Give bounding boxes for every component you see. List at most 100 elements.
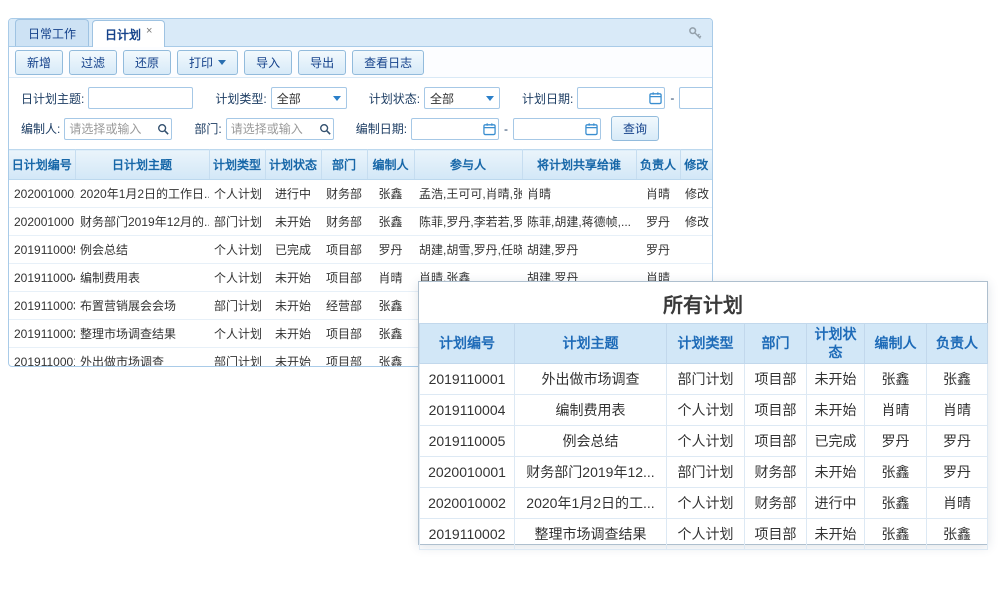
cell-status: 进行中 [265,180,321,208]
cell-subject[interactable]: 例会总结 [75,236,209,264]
cell-department: 项目部 [321,236,367,264]
cell-subject: 外出做市场调查 [515,364,667,395]
cell-creator: 张鑫 [367,292,414,320]
cell-edit-link[interactable]: 修改 [680,208,712,236]
cell-creator: 张鑫 [865,457,927,488]
col-header-department[interactable]: 部门 [321,150,367,180]
cell-edit-link[interactable] [680,236,712,264]
cell-plan-id[interactable]: 2020010002 [9,180,75,208]
import-button[interactable]: 导入 [244,50,292,75]
cell-type: 个人计划 [667,426,745,457]
col-header-status[interactable]: 计划状态 [265,150,321,180]
col-header-creator[interactable]: 编制人 [367,150,414,180]
plan-type-select[interactable]: 全部 [271,87,347,109]
cell-subject: 例会总结 [515,426,667,457]
cell-type: 个人计划 [667,519,745,550]
cell-creator: 肖晴 [367,264,414,292]
create-date-label: 编制日期: [356,120,407,137]
date-separator: - [504,122,508,136]
query-button[interactable]: 查询 [611,116,659,141]
chevron-down-icon [486,96,494,101]
calendar-icon[interactable] [585,122,598,135]
cell-status: 未开始 [265,348,321,368]
cell-subject[interactable]: 编制费用表 [75,264,209,292]
filter-row-1: 日计划主题: 计划类型: 全部 计划状态: 全部 计划日期: - [9,87,712,109]
add-button[interactable]: 新增 [15,50,63,75]
cell-owner: 罗丹 [927,426,988,457]
table-row[interactable]: 2020010001 财务部门2019年12月的... 部门计划 未开始 财务部… [9,208,712,236]
cell-plan-id[interactable]: 2019110005 [9,236,75,264]
col-header-owner[interactable]: 负责人 [636,150,680,180]
cell-creator: 罗丹 [865,426,927,457]
plan-status-value: 全部 [430,90,454,107]
cell-subject: 整理市场调查结果 [515,519,667,550]
col-header-share-with[interactable]: 将计划共享给谁 [522,150,636,180]
cell-department: 财务部 [745,457,807,488]
cell-subject: 编制费用表 [515,395,667,426]
table-row: 2019110005 例会总结 个人计划 项目部 已完成 罗丹 罗丹 [420,426,988,457]
cell-status: 未开始 [265,320,321,348]
cell-department: 财务部 [321,180,367,208]
cell-owner: 肖晴 [927,488,988,519]
cell-subject[interactable]: 2020年1月2日的工作日... [75,180,209,208]
cell-plan-id[interactable]: 2019110003 [9,292,75,320]
export-button[interactable]: 导出 [298,50,346,75]
cell-subject: 财务部门2019年12... [515,457,667,488]
col-header-edit[interactable]: 修改 [680,150,712,180]
cell-share-with: 陈菲,胡建,蒋德帧,... [522,208,636,236]
cell-owner[interactable]: 肖晴 [636,180,680,208]
restore-button[interactable]: 还原 [123,50,171,75]
cell-owner[interactable]: 罗丹 [636,208,680,236]
chevron-down-icon [218,60,226,65]
cell-plan-id: 2019110004 [420,395,515,426]
table-row[interactable]: 2019110005 例会总结 个人计划 已完成 项目部 罗丹 胡建,胡雪,罗丹… [9,236,712,264]
tab-close-icon[interactable]: × [146,25,152,37]
print-button[interactable]: 打印 [177,50,238,75]
cell-type: 个人计划 [209,180,265,208]
cell-plan-id[interactable]: 2019110001 [9,348,75,368]
search-icon[interactable] [157,123,169,135]
cell-plan-id[interactable]: 2019110002 [9,320,75,348]
cell-subject[interactable]: 整理市场调查结果 [75,320,209,348]
table-row: 2019110001 外出做市场调查 部门计划 项目部 未开始 张鑫 张鑫 [420,364,988,395]
cell-status: 未开始 [807,457,865,488]
col-header-owner: 负责人 [927,324,988,364]
table-row: 2020010001 财务部门2019年12... 部门计划 财务部 未开始 张… [420,457,988,488]
tab-daily-work-label: 日常工作 [28,27,76,41]
col-header-subject[interactable]: 日计划主题 [75,150,209,180]
cell-plan-id[interactable]: 2019110004 [9,264,75,292]
cell-subject[interactable]: 外出做市场调查 [75,348,209,368]
table-row[interactable]: 2020010002 2020年1月2日的工作日... 个人计划 进行中 财务部… [9,180,712,208]
col-header-participants[interactable]: 参与人 [414,150,522,180]
cell-status: 未开始 [265,264,321,292]
key-icon[interactable] [688,26,703,46]
cell-edit-link[interactable]: 修改 [680,180,712,208]
cell-subject[interactable]: 财务部门2019年12月的... [75,208,209,236]
col-header-plan-id[interactable]: 日计划编号 [9,150,75,180]
filter-button[interactable]: 过滤 [69,50,117,75]
plan-status-label: 计划状态: [369,90,420,107]
cell-type: 个人计划 [209,320,265,348]
calendar-icon[interactable] [483,122,496,135]
calendar-icon[interactable] [649,92,662,105]
tab-daily-work[interactable]: 日常工作 [15,19,89,46]
plan-type-value: 全部 [277,90,301,107]
col-header-plan-id: 计划编号 [420,324,515,364]
cell-department: 项目部 [745,364,807,395]
col-header-type[interactable]: 计划类型 [209,150,265,180]
subject-input[interactable] [88,87,193,109]
table-row: 2020010002 2020年1月2日的工... 个人计划 财务部 进行中 张… [420,488,988,519]
plan-status-select[interactable]: 全部 [424,87,500,109]
cell-plan-id[interactable]: 2020010001 [9,208,75,236]
cell-plan-id: 2019110002 [420,519,515,550]
tab-daily-plan[interactable]: 日计划× [92,20,165,47]
search-icon[interactable] [319,123,331,135]
view-log-button[interactable]: 查看日志 [352,50,424,75]
plan-date-end-input[interactable] [679,87,713,109]
cell-subject[interactable]: 布置营销展会会场 [75,292,209,320]
department-input[interactable] [226,118,334,140]
creator-input[interactable] [64,118,172,140]
creator-label: 编制人: [21,120,60,137]
cell-creator: 张鑫 [865,488,927,519]
cell-owner[interactable]: 罗丹 [636,236,680,264]
